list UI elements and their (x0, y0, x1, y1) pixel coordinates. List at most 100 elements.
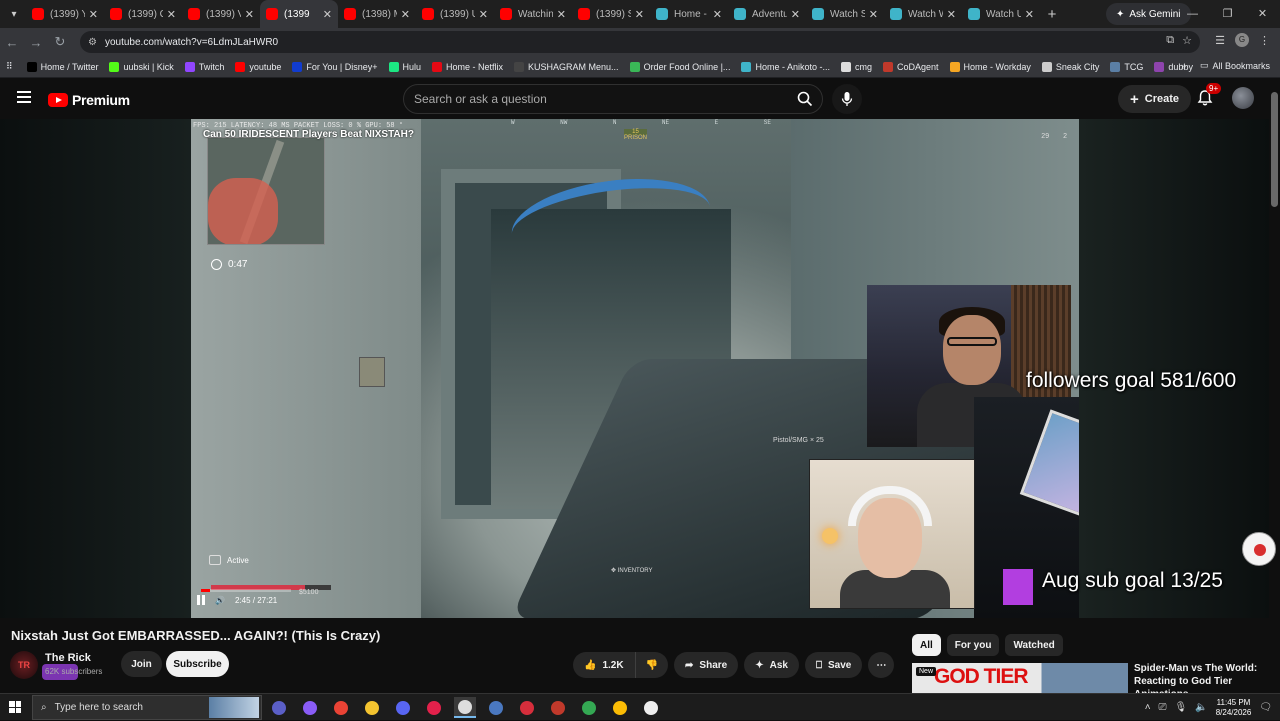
bookmark-item[interactable]: Home - Workday (949, 61, 1031, 72)
subscribe-button[interactable]: Subscribe (166, 651, 229, 677)
teams-icon[interactable] (268, 697, 290, 718)
system-clock[interactable]: 11:45 PM 8/24/2026 (1216, 698, 1252, 718)
browser-tab[interactable]: (1399) Vi ✕ (182, 0, 260, 28)
taskbar-search[interactable]: ⌕ Type here to search (32, 695, 262, 720)
clock-icon[interactable] (640, 697, 662, 718)
page-scrollbar[interactable] (1271, 92, 1278, 207)
tab-close-icon[interactable]: ✕ (245, 8, 254, 21)
voice-search-button[interactable] (832, 84, 862, 114)
tab-close-icon[interactable]: ✕ (947, 8, 956, 21)
browser-tab[interactable]: (1399 ✕ (260, 0, 338, 28)
youtube-logo[interactable]: Premium (48, 92, 130, 108)
obs-icon[interactable] (454, 697, 476, 718)
filter-chip[interactable]: Watched (1005, 634, 1063, 656)
all-bookmarks-button[interactable]: ▭ All Bookmarks (1200, 60, 1270, 71)
browser-tab[interactable]: (1398) M ✕ (338, 0, 416, 28)
bookmark-item[interactable]: Order Food Online |... (629, 61, 730, 72)
new-tab-button[interactable]: + (1040, 6, 1064, 23)
tab-close-icon[interactable]: ✕ (1025, 8, 1034, 21)
browser-tab[interactable]: Watch U ✕ (962, 0, 1040, 28)
menu-dots-icon[interactable]: ⋮ (1259, 34, 1270, 47)
channel-avatar[interactable]: TR (10, 651, 38, 679)
search-input[interactable] (404, 92, 788, 106)
bookmark-item[interactable]: Home - Anikoto -... (741, 61, 830, 72)
bookmarks-overflow-icon[interactable]: » (1181, 61, 1186, 71)
bookmark-star-icon[interactable]: ☆ (1182, 34, 1192, 47)
channel-name[interactable]: The Rick (45, 652, 91, 664)
search-button[interactable] (788, 85, 822, 113)
tab-close-icon[interactable]: ✕ (89, 8, 98, 21)
save-button[interactable]: ⎕ Save (804, 652, 863, 678)
browser-tab[interactable]: Home - ✕ (650, 0, 728, 28)
url-bar[interactable]: ⚙ youtube.com/watch?v=6LdmJLaHWR0 ⧉ ☆ (80, 31, 1200, 53)
bookmark-item[interactable]: TCG (1110, 61, 1143, 72)
minimize-icon[interactable]: — (1175, 0, 1210, 28)
volume-icon[interactable]: 🔊 (215, 596, 225, 605)
bookmark-item[interactable]: For You | Disney+ (292, 61, 378, 72)
bookmark-item[interactable]: Home / Twitter (26, 61, 98, 72)
filter-chip[interactable]: All (912, 634, 941, 656)
edge-icon[interactable] (299, 697, 321, 718)
tab-close-icon[interactable]: ✕ (635, 8, 644, 21)
forward-icon[interactable]: → (24, 35, 48, 50)
apps-icon[interactable]: ⠿ (6, 61, 13, 72)
pause-icon[interactable] (197, 595, 205, 605)
notification-center-icon[interactable]: 🗨 (1259, 702, 1272, 713)
speaker-icon[interactable]: 🔈 (1195, 702, 1207, 713)
account-avatar[interactable] (1232, 87, 1254, 109)
tab-close-icon[interactable]: ✕ (401, 8, 410, 21)
bookmark-item[interactable]: uubski | Kick (109, 61, 174, 72)
chrome-icon-3[interactable] (609, 697, 631, 718)
browser-tab[interactable]: (1399) Ci ✕ (104, 0, 182, 28)
bookmark-item[interactable]: KUSHAGRAM Menu... (514, 61, 619, 72)
menu-icon[interactable] (17, 91, 31, 103)
filter-chip[interactable]: For you (946, 634, 1000, 656)
browser-tab[interactable]: Watch W ✕ (884, 0, 962, 28)
join-button[interactable]: Join (121, 651, 162, 677)
tab-search-icon[interactable]: ▾ (2, 3, 26, 25)
media-icon[interactable] (423, 697, 445, 718)
bookmark-item[interactable]: Hulu (388, 61, 421, 72)
profile-icon[interactable]: G (1235, 33, 1249, 47)
tab-close-icon[interactable]: ✕ (323, 8, 332, 21)
tray-overflow-icon[interactable]: ˄ (1145, 702, 1151, 713)
close-window-icon[interactable]: ✕ (1245, 0, 1280, 28)
video-player[interactable]: FPS: 215 LATENCY: 48 MS PACKET LOSS: 0 %… (191, 119, 1079, 618)
browser-tab[interactable]: Watching ✕ (494, 0, 572, 28)
tab-close-icon[interactable]: ✕ (869, 8, 878, 21)
windows-start-icon[interactable] (9, 701, 21, 713)
reload-icon[interactable]: ↻ (48, 34, 72, 50)
create-button[interactable]: + Create (1118, 85, 1192, 113)
steam-icon[interactable] (485, 697, 507, 718)
bookmark-item[interactable]: Sneak City (1041, 61, 1099, 72)
tab-close-icon[interactable]: ✕ (479, 8, 488, 21)
restore-icon[interactable]: ❐ (1210, 0, 1245, 28)
adobe-icon[interactable] (516, 697, 538, 718)
reading-list-icon[interactable]: ☰ (1215, 34, 1225, 47)
install-app-icon[interactable]: ⧉ (1166, 34, 1174, 47)
file-explorer-icon[interactable] (361, 697, 383, 718)
browser-tab[interactable]: Watch S ✕ (806, 0, 884, 28)
back-icon[interactable]: ← (0, 35, 24, 50)
discord-icon[interactable] (392, 697, 414, 718)
share-button[interactable]: ➦ Share (674, 652, 739, 678)
chrome-icon[interactable] (330, 697, 352, 718)
tab-close-icon[interactable]: ✕ (713, 8, 722, 21)
more-actions-button[interactable]: ⋯ (868, 652, 895, 678)
tab-close-icon[interactable]: ✕ (167, 8, 176, 21)
dislike-button[interactable]: 👎 (635, 652, 669, 678)
bookmark-item[interactable]: cmg (840, 61, 872, 72)
bookmark-item[interactable]: Home - Netflix (432, 61, 503, 72)
recommended-thumbnail[interactable]: GOD TIER New (912, 663, 1128, 693)
notifications-button[interactable]: 9+ (1196, 83, 1222, 109)
mic-tray-icon[interactable]: 🎙 (1175, 702, 1188, 713)
autodesk-icon[interactable] (547, 697, 569, 718)
network-icon[interactable]: ⎚ (1159, 702, 1167, 713)
chrome-icon-2[interactable] (578, 697, 600, 718)
like-button[interactable]: 👍 1.2K (573, 652, 636, 678)
browser-tab[interactable]: (1399) U ✕ (416, 0, 494, 28)
browser-tab[interactable]: (1399) S ✕ (572, 0, 650, 28)
bookmark-item[interactable]: Twitch (184, 61, 224, 72)
site-info-icon[interactable]: ⚙ (88, 37, 97, 48)
video-progress-bar[interactable] (201, 589, 291, 592)
